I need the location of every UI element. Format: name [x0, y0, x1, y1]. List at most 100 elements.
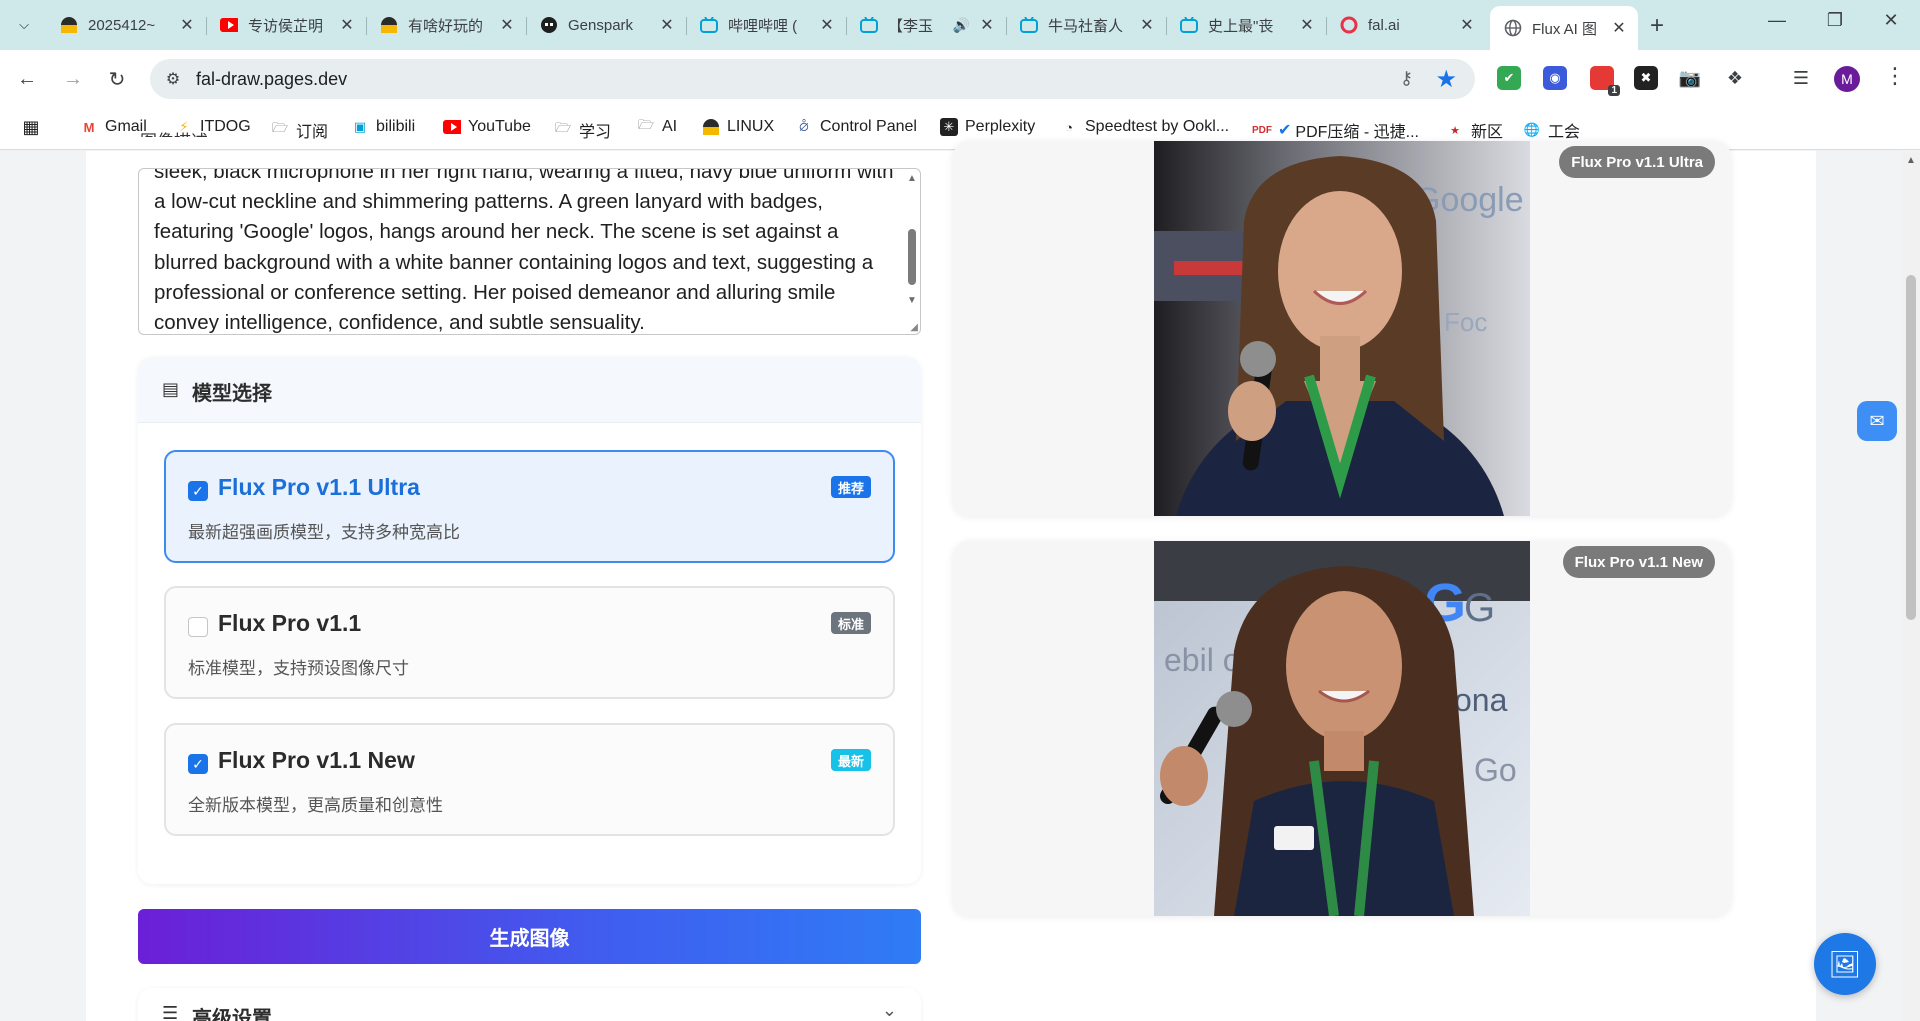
tab-title: Genspark	[568, 16, 634, 34]
reload-icon: ↻	[108, 68, 126, 91]
sliders-icon: ☰	[162, 1003, 179, 1021]
url-text[interactable]: fal-draw.pages.dev	[196, 69, 347, 90]
result-image-card[interactable]: G G ebil or ona Go Flux Pro v1.1 New	[953, 541, 1731, 916]
model-checkbox[interactable]: ✓	[188, 481, 208, 501]
linux-icon	[702, 118, 720, 136]
scroll-up-icon[interactable]: ▲	[1906, 155, 1916, 166]
gpu-card-icon: ▤	[162, 379, 180, 399]
chevron-down-icon: ⌵	[19, 17, 29, 32]
translate-extension-icon[interactable]: ◉	[1543, 66, 1567, 90]
extension-with-badge-icon[interactable]: 1	[1590, 66, 1620, 96]
extensions-puzzle-icon[interactable]: ❖	[1723, 66, 1747, 90]
close-icon[interactable]: ✕	[978, 15, 996, 35]
advanced-settings-panel[interactable]: ☰ 高级设置 ⌄	[138, 988, 921, 1021]
password-key-icon[interactable]: ⚷	[1400, 68, 1413, 89]
newest-badge: 最新	[830, 749, 871, 771]
close-icon[interactable]: ✕	[818, 15, 836, 35]
gmail-icon: M	[83, 119, 95, 135]
scroll-down-icon[interactable]: ▼	[907, 295, 917, 306]
tab-7[interactable]: 牛马社畜人 ✕	[1006, 8, 1167, 42]
textarea-scrollbar[interactable]: ▲ ▼	[906, 173, 918, 328]
page-scrollbar[interactable]: ▲	[1902, 151, 1920, 1021]
bookmark-folder-subscribe[interactable]: 🗁 订阅	[271, 118, 328, 142]
perplexity-icon: ✳	[940, 118, 958, 136]
forward-button[interactable]: →	[60, 66, 86, 92]
bilibili-icon: ▣	[353, 119, 367, 134]
gallery-fab-icon[interactable]: 🖼	[1814, 933, 1876, 995]
tab-3[interactable]: 有啥好玩的 ✕	[366, 8, 527, 42]
generated-image[interactable]: G G ebil or ona Go	[1154, 541, 1530, 916]
bookmark-linux[interactable]: LINUX	[702, 118, 774, 136]
camera-icon[interactable]: 📷	[1678, 66, 1702, 90]
audio-playing-icon[interactable]: 🔊	[953, 17, 970, 34]
tab-6[interactable]: 【李玉 🔊 ✕	[846, 8, 1007, 42]
x-extension-icon[interactable]: ✖	[1634, 66, 1658, 90]
close-window-button[interactable]: ✕	[1876, 10, 1906, 31]
genspark-icon	[540, 16, 558, 34]
bookmark-youtube[interactable]: YouTube	[443, 118, 531, 136]
bookmark-gmail[interactable]: M Gmail	[80, 118, 147, 136]
close-icon[interactable]: ✕	[178, 15, 196, 35]
close-icon[interactable]: ✕	[1610, 18, 1628, 38]
tab-1[interactable]: 2025412~ ✕	[46, 8, 207, 42]
model-option-new[interactable]: ✓ Flux Pro v1.1 New 最新 全新版本模型，更高质量和创意性	[164, 723, 895, 836]
folder-icon: 🗁	[637, 117, 655, 132]
generate-image-button[interactable]: 生成图像	[138, 909, 921, 964]
textarea-scroll-thumb[interactable]	[908, 229, 916, 285]
close-icon[interactable]: ✕	[658, 15, 676, 35]
tab-search-button[interactable]: ⌵	[10, 11, 38, 39]
bookmark-folder-study[interactable]: 🗁 学习	[554, 118, 611, 142]
model-checkbox[interactable]: ✓	[188, 754, 208, 774]
tab-title: 有啥好玩的	[408, 17, 484, 35]
tab-4[interactable]: Genspark ✕	[526, 8, 687, 42]
prompt-text[interactable]: sleek, black microphone in her right han…	[154, 169, 894, 334]
prompt-textarea[interactable]: sleek, black microphone in her right han…	[138, 168, 921, 335]
tab-active[interactable]: Flux AI 图 ✕	[1490, 6, 1638, 50]
shield-extension-icon[interactable]: ✔	[1497, 66, 1521, 90]
bookmark-control-panel[interactable]: ⦲ Control Panel	[795, 118, 917, 136]
bilibili-icon	[1020, 16, 1038, 34]
apps-grid-icon[interactable]: ▦	[22, 117, 47, 137]
bookmark-star-icon[interactable]: ★	[1435, 65, 1457, 94]
model-option-standard[interactable]: Flux Pro v1.1 标准 标准模型，支持预设图像尺寸	[164, 586, 895, 699]
tab-8[interactable]: 史上最"丧 ✕	[1166, 8, 1327, 42]
tab-5[interactable]: 哔哩哔哩 ( ✕	[686, 8, 847, 42]
bookmark-bilibili[interactable]: ▣ bilibili	[351, 118, 415, 136]
address-bar[interactable]: ⚙ fal-draw.pages.dev ⚷ ★	[150, 59, 1475, 99]
close-icon[interactable]: ✕	[1138, 15, 1156, 35]
bookmark-speedtest[interactable]: ◔ Speedtest by Ookl...	[1060, 118, 1229, 136]
profile-avatar[interactable]: M	[1834, 66, 1860, 92]
bookmark-folder-ai[interactable]: 🗁 AI	[637, 117, 677, 136]
page-scroll-thumb[interactable]	[1906, 275, 1916, 620]
bookmark-perplexity[interactable]: ✳ Perplexity	[940, 118, 1035, 136]
bookmark-pdf[interactable]: PDF ✔ PDF压缩 - 迅捷...	[1252, 118, 1419, 142]
new-tab-button[interactable]: +	[1650, 12, 1664, 40]
close-icon[interactable]: ✕	[1298, 15, 1316, 35]
media-control-icon[interactable]: ☰	[1789, 66, 1813, 90]
resize-handle-icon[interactable]: ◢	[910, 322, 918, 333]
arrow-left-icon: ←	[17, 67, 37, 90]
translate-float-icon[interactable]: ✉	[1857, 401, 1897, 441]
speedtest-icon: ◔	[1065, 119, 1073, 135]
tab-9[interactable]: fal.ai ✕	[1326, 8, 1486, 42]
minimize-button[interactable]: —	[1762, 10, 1792, 31]
bookmark-news[interactable]: ★ 新区	[1446, 118, 1503, 142]
close-icon[interactable]: ✕	[338, 15, 356, 35]
scroll-up-icon[interactable]: ▲	[907, 173, 917, 184]
tab-title: 牛马社畜人	[1048, 17, 1124, 35]
bookmark-union[interactable]: 🌐 工会	[1523, 118, 1580, 142]
close-icon[interactable]: ✕	[498, 15, 516, 35]
browser-menu-icon[interactable]: ⋮	[1884, 63, 1906, 89]
reload-button[interactable]: ↻	[104, 66, 130, 92]
site-info-icon[interactable]: ⚙	[162, 69, 184, 89]
chevron-down-icon[interactable]: ⌄	[882, 1000, 897, 1021]
restore-button[interactable]: ❐	[1820, 10, 1850, 31]
model-option-ultra[interactable]: ✓ Flux Pro v1.1 Ultra 推荐 最新超强画质模型，支持多种宽高…	[164, 450, 895, 563]
back-button[interactable]: ←	[14, 66, 40, 92]
result-image-card[interactable]: Google L Foc Flux Pro v1.1 Ultra	[953, 141, 1731, 516]
close-icon[interactable]: ✕	[1458, 15, 1476, 35]
model-checkbox[interactable]	[188, 617, 208, 637]
advanced-settings-title: 高级设置	[192, 1008, 272, 1021]
tab-2[interactable]: 专访侯芷明 ✕	[206, 8, 367, 42]
generated-image[interactable]: Google L Foc	[1154, 141, 1530, 516]
